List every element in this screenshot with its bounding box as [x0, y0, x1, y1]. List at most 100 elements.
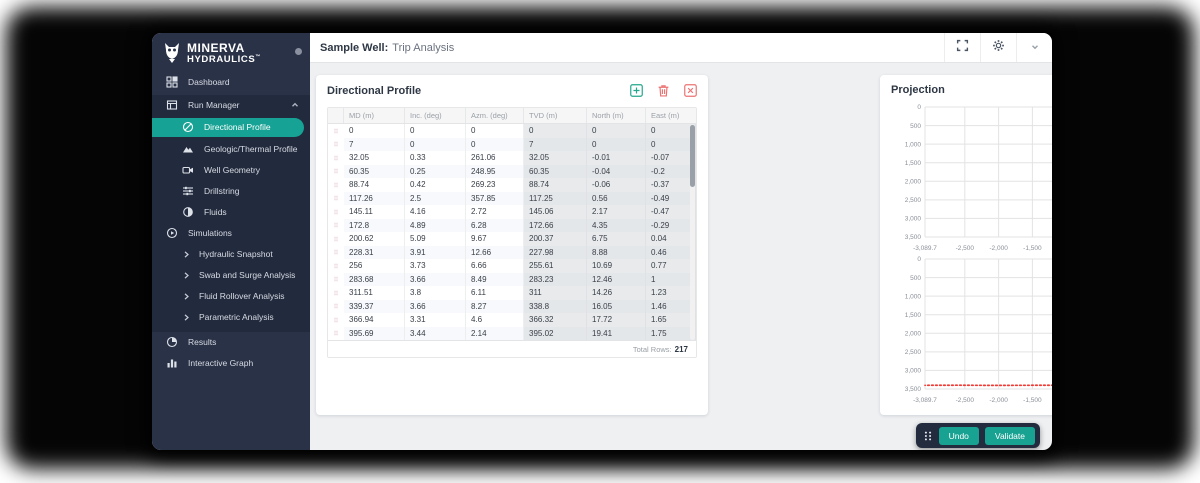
cell-md-m[interactable]: 228.31	[344, 246, 405, 260]
cell-inc-deg[interactable]: 3.66	[405, 300, 466, 314]
cell-inc-deg[interactable]: 3.8	[405, 286, 466, 300]
row-drag-handle-icon[interactable]	[328, 124, 344, 138]
cell-azm-deg[interactable]: 6.11	[466, 286, 524, 300]
drag-handle-icon[interactable]	[923, 429, 933, 443]
table-row[interactable]: 311.513.86.1131114.261.23	[328, 286, 696, 300]
column-header-inc-deg[interactable]: Inc. (deg)	[405, 108, 466, 123]
column-header-azm-deg[interactable]: Azm. (deg)	[466, 108, 524, 123]
cell-md-m[interactable]: 145.11	[344, 205, 405, 219]
cell-inc-deg[interactable]: 4.16	[405, 205, 466, 219]
cell-md-m[interactable]: 283.68	[344, 273, 405, 287]
sidebar-item-drillstring[interactable]: Drillstring	[152, 181, 310, 202]
cell-azm-deg[interactable]: 2.72	[466, 205, 524, 219]
undo-button[interactable]: Undo	[939, 427, 979, 445]
column-header-md-m[interactable]: MD (m)	[344, 108, 405, 123]
table-row[interactable]: 366.943.314.6366.3217.721.65	[328, 313, 696, 327]
sidebar-item-parametric-analysis[interactable]: Parametric Analysis	[152, 307, 310, 328]
cell-azm-deg[interactable]: 6.28	[466, 219, 524, 233]
cell-inc-deg[interactable]: 0.25	[405, 165, 466, 179]
table-row[interactable]: 700700	[328, 138, 696, 152]
cell-md-m[interactable]: 366.94	[344, 313, 405, 327]
delete-all-icon[interactable]	[684, 84, 697, 97]
row-drag-handle-icon[interactable]	[328, 151, 344, 165]
row-drag-handle-icon[interactable]	[328, 259, 344, 273]
row-drag-handle-icon[interactable]	[328, 178, 344, 192]
table-row[interactable]: 145.114.162.72145.062.17-0.47	[328, 205, 696, 219]
cell-md-m[interactable]: 117.26	[344, 192, 405, 206]
cell-inc-deg[interactable]: 0.42	[405, 178, 466, 192]
row-drag-handle-icon[interactable]	[328, 313, 344, 327]
collapse-header-button[interactable]	[1016, 33, 1052, 62]
cell-inc-deg[interactable]: 4.89	[405, 219, 466, 233]
row-drag-handle-icon[interactable]	[328, 138, 344, 152]
cell-inc-deg[interactable]: 0	[405, 124, 466, 138]
table-row[interactable]: 339.373.668.27338.816.051.46	[328, 300, 696, 314]
delete-row-icon[interactable]	[657, 84, 670, 97]
table-row[interactable]: 117.262.5357.85117.250.56-0.49	[328, 192, 696, 206]
table-row[interactable]: 283.683.668.49283.2312.461	[328, 273, 696, 287]
validate-button[interactable]: Validate	[985, 427, 1035, 445]
row-drag-handle-icon[interactable]	[328, 300, 344, 314]
row-drag-handle-icon[interactable]	[328, 205, 344, 219]
cell-azm-deg[interactable]: 4.6	[466, 313, 524, 327]
column-header-north-m[interactable]: North (m)	[587, 108, 646, 123]
column-header-east-m[interactable]: East (m)	[646, 108, 696, 123]
cell-azm-deg[interactable]: 8.49	[466, 273, 524, 287]
cell-md-m[interactable]: 7	[344, 138, 405, 152]
cell-md-m[interactable]: 339.37	[344, 300, 405, 314]
cell-azm-deg[interactable]: 269.23	[466, 178, 524, 192]
table-row[interactable]: 000000	[328, 124, 696, 138]
cell-inc-deg[interactable]: 3.31	[405, 313, 466, 327]
row-drag-handle-icon[interactable]	[328, 192, 344, 206]
sidebar-item-dashboard[interactable]: Dashboard	[152, 72, 310, 93]
sidebar-item-fluids[interactable]: Fluids	[152, 202, 310, 223]
cell-azm-deg[interactable]: 357.85	[466, 192, 524, 206]
row-drag-handle-icon[interactable]	[328, 327, 344, 341]
cell-inc-deg[interactable]: 2.5	[405, 192, 466, 206]
cell-inc-deg[interactable]: 5.09	[405, 232, 466, 246]
cell-inc-deg[interactable]: 3.44	[405, 327, 466, 341]
sidebar-item-run-manager[interactable]: Run Manager	[152, 95, 310, 116]
sidebar-collapse-toggle[interactable]	[295, 48, 302, 55]
table-row[interactable]: 32.050.33261.0632.05-0.01-0.07	[328, 151, 696, 165]
table-row[interactable]: 172.84.896.28172.664.35-0.29	[328, 219, 696, 233]
table-row[interactable]: 2563.736.66255.6110.690.77	[328, 259, 696, 273]
cell-inc-deg[interactable]: 3.91	[405, 246, 466, 260]
cell-inc-deg[interactable]: 3.66	[405, 273, 466, 287]
cell-inc-deg[interactable]: 3.73	[405, 259, 466, 273]
sidebar-item-directional-profile[interactable]: Directional Profile	[152, 118, 304, 137]
table-scrollbar-thumb[interactable]	[690, 125, 695, 187]
row-drag-handle-icon[interactable]	[328, 232, 344, 246]
cell-md-m[interactable]: 395.69	[344, 327, 405, 341]
cell-md-m[interactable]: 32.05	[344, 151, 405, 165]
cell-md-m[interactable]: 311.51	[344, 286, 405, 300]
table-row[interactable]: 228.313.9112.66227.988.880.46	[328, 246, 696, 260]
cell-md-m[interactable]: 0	[344, 124, 405, 138]
table-row[interactable]: 200.625.099.67200.376.750.04	[328, 232, 696, 246]
cell-inc-deg[interactable]: 0	[405, 138, 466, 152]
cell-md-m[interactable]: 200.62	[344, 232, 405, 246]
cell-azm-deg[interactable]: 12.66	[466, 246, 524, 260]
cell-azm-deg[interactable]: 9.67	[466, 232, 524, 246]
sidebar-item-geologic-thermal-profile[interactable]: Geologic/Thermal Profile	[152, 139, 310, 160]
table-row[interactable]: 60.350.25248.9560.35-0.04-0.2	[328, 165, 696, 179]
cell-md-m[interactable]: 88.74	[344, 178, 405, 192]
column-header-tvd-m[interactable]: TVD (m)	[524, 108, 587, 123]
table-row[interactable]: 88.740.42269.2388.74-0.06-0.37	[328, 178, 696, 192]
cell-azm-deg[interactable]: 0	[466, 124, 524, 138]
fullscreen-button[interactable]	[944, 33, 980, 62]
sidebar-item-hydraulic-snapshot[interactable]: Hydraulic Snapshot	[152, 244, 310, 265]
cell-azm-deg[interactable]: 2.14	[466, 327, 524, 341]
sidebar-item-swab-and-surge-analysis[interactable]: Swab and Surge Analysis	[152, 265, 310, 286]
cell-azm-deg[interactable]: 0	[466, 138, 524, 152]
cell-azm-deg[interactable]: 8.27	[466, 300, 524, 314]
row-drag-handle-icon[interactable]	[328, 273, 344, 287]
table-row[interactable]: 395.693.442.14395.0219.411.75	[328, 327, 696, 341]
row-drag-handle-icon[interactable]	[328, 219, 344, 233]
add-row-icon[interactable]	[630, 84, 643, 97]
cell-azm-deg[interactable]: 261.06	[466, 151, 524, 165]
cell-azm-deg[interactable]: 6.66	[466, 259, 524, 273]
settings-button[interactable]	[980, 33, 1016, 62]
row-drag-handle-icon[interactable]	[328, 246, 344, 260]
sidebar-item-fluid-rollover-analysis[interactable]: Fluid Rollover Analysis	[152, 286, 310, 307]
